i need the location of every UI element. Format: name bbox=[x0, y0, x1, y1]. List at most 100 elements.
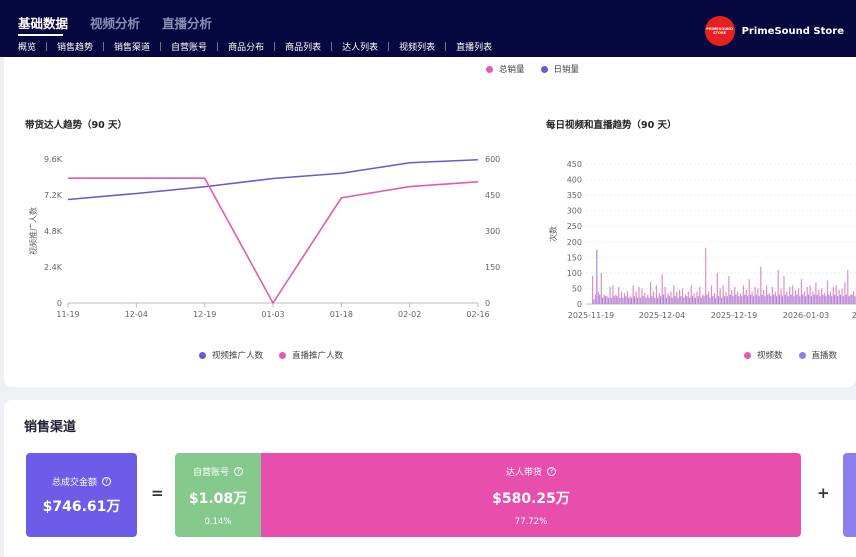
live-count-bar bbox=[706, 294, 708, 304]
x-tick-label: 02-16 bbox=[466, 310, 489, 319]
card-label: 总成交金额? bbox=[26, 475, 137, 488]
video-count-bar bbox=[690, 285, 692, 304]
legend-daily-sales[interactable]: 日销量 bbox=[540, 63, 579, 75]
y-tick-label: 200 bbox=[567, 238, 582, 247]
video-count-bar bbox=[841, 288, 843, 304]
trend-charts-panel: 总销量 日销量 带货达人趋势（90 天） 9.6K 7.2K 4.8K 2.4K 0 60… bbox=[4, 57, 856, 387]
x-tick-label: 12-04 bbox=[125, 310, 148, 319]
legend-total-sales[interactable]: 总销量 bbox=[486, 63, 525, 75]
live-count-bar bbox=[749, 294, 752, 304]
live-count-bar bbox=[610, 297, 612, 304]
self-account-card[interactable]: 自营账号? $1.08万 0.14% bbox=[175, 453, 261, 537]
subtab-sales-channel[interactable]: 销售渠道 bbox=[114, 40, 150, 53]
live-count-bar bbox=[834, 294, 836, 304]
top-nav-bar: 基础数据 视频分析 直播分析 概览 销售趋势 销售渠道 自营账号 商品分布 商品… bbox=[0, 0, 856, 57]
video-count-bar bbox=[647, 294, 649, 304]
live-count-bar bbox=[767, 294, 769, 304]
video-count-bar bbox=[757, 288, 759, 304]
live-count-bar bbox=[819, 296, 821, 304]
card-label-text: 总成交金额 bbox=[51, 478, 97, 488]
live-count-bar bbox=[799, 296, 801, 304]
divider bbox=[274, 42, 276, 51]
legend-video-count[interactable]: 视频数 bbox=[744, 349, 783, 361]
live-count-bar bbox=[836, 296, 839, 304]
subtab-overview[interactable]: 概览 bbox=[18, 40, 36, 53]
section-title: 销售渠道 bbox=[24, 420, 77, 435]
x-tick-label: 11-19 bbox=[56, 310, 79, 319]
subtab-self-account[interactable]: 自营账号 bbox=[171, 40, 207, 53]
sales-legend: 总销量 日销量 bbox=[486, 63, 579, 75]
video-count-bar bbox=[652, 291, 655, 304]
creator-sales-card[interactable]: 达人带货? $580.25万 77.72% bbox=[261, 453, 801, 537]
video-count-bar bbox=[792, 285, 794, 304]
live-count-bar bbox=[807, 294, 810, 304]
live-count-bar bbox=[776, 296, 778, 304]
live-count-bar bbox=[718, 296, 720, 304]
legend-label: 视频推广人数 bbox=[212, 351, 264, 361]
video-count-bar bbox=[612, 285, 614, 304]
store-switcher[interactable]: PRIMESOUND STORE PrimeSound Store bbox=[704, 16, 844, 46]
live-count-bar bbox=[680, 296, 682, 304]
video-count-bar bbox=[780, 288, 782, 304]
video-count-bar bbox=[713, 293, 715, 304]
divider bbox=[103, 42, 105, 51]
live-count-bar bbox=[619, 297, 621, 304]
card-percent: 77.72% bbox=[514, 517, 548, 527]
subtab-creator-list[interactable]: 达人列表 bbox=[342, 40, 378, 53]
legend-video-promoters[interactable]: 视频推广人数 bbox=[199, 349, 263, 361]
x-tick-label: 01-03 bbox=[261, 310, 284, 319]
help-icon[interactable]: ? bbox=[234, 467, 243, 476]
live-count-bar bbox=[726, 296, 728, 304]
tab-basic-data[interactable]: 基础数据 bbox=[18, 13, 68, 32]
plus-sign: + bbox=[817, 484, 830, 502]
live-count-bar bbox=[839, 294, 841, 304]
live-count-bar bbox=[854, 296, 856, 304]
live-count-bar bbox=[677, 297, 679, 304]
y-left-tick-label: 4.8K bbox=[44, 227, 63, 236]
video-count-bar bbox=[708, 291, 710, 304]
live-count-bar bbox=[709, 297, 711, 304]
video-count-bar bbox=[803, 291, 805, 304]
video-count-bar bbox=[818, 290, 820, 304]
live-count-bar bbox=[828, 294, 830, 304]
video-count-bar bbox=[789, 286, 791, 304]
creator-trend-title: 带货达人趋势（90 天） bbox=[25, 120, 128, 131]
video-count-bar bbox=[800, 279, 802, 304]
help-icon[interactable]: ? bbox=[547, 467, 556, 476]
legend-label: 直播推广人数 bbox=[292, 351, 344, 361]
live-count-bar bbox=[787, 296, 789, 304]
video-count-bar bbox=[742, 285, 744, 304]
subtab-product-list[interactable]: 商品列表 bbox=[285, 40, 321, 53]
card-label-text: 自营账号 bbox=[192, 468, 229, 478]
subtab-product-distribution[interactable]: 商品分布 bbox=[228, 40, 264, 53]
y-tick-label: 0 bbox=[577, 300, 582, 309]
video-count-bar bbox=[760, 266, 762, 304]
live-count-bar bbox=[735, 294, 737, 304]
card-percent: 0.14% bbox=[204, 517, 232, 527]
live-count-bar bbox=[703, 296, 705, 304]
video-count-bar bbox=[632, 285, 634, 304]
y-axis-label: 次数 bbox=[548, 226, 558, 242]
y-left-tick-label: 2.4K bbox=[44, 263, 63, 272]
live-count-bar bbox=[758, 296, 760, 304]
tab-live-analysis[interactable]: 直播分析 bbox=[162, 13, 212, 32]
video-count-bar bbox=[705, 248, 707, 304]
video-promoters-line bbox=[67, 158, 479, 201]
live-count-bar bbox=[770, 296, 772, 304]
legend-live-count[interactable]: 直播数 bbox=[798, 349, 837, 361]
divider bbox=[46, 42, 48, 51]
subtab-live-list[interactable]: 直播列表 bbox=[456, 40, 492, 53]
next-channel-card[interactable] bbox=[843, 453, 856, 537]
subtab-sales-trend[interactable]: 销售趋势 bbox=[57, 40, 93, 53]
live-count-bar bbox=[697, 296, 699, 304]
help-icon[interactable]: ? bbox=[102, 477, 111, 486]
live-count-bar bbox=[604, 296, 607, 304]
video-count-bar bbox=[710, 285, 713, 304]
total-gmv-card[interactable]: 总成交金额? $746.61万 bbox=[26, 453, 137, 537]
tab-video-analysis[interactable]: 视频分析 bbox=[90, 13, 140, 32]
subtab-video-list[interactable]: 视频列表 bbox=[399, 40, 435, 53]
video-count-bar bbox=[809, 285, 811, 304]
card-label: 达人带货? bbox=[261, 465, 801, 478]
legend-live-promoters[interactable]: 直播推广人数 bbox=[279, 349, 343, 361]
x-tick-label: 2026-01-03 bbox=[783, 311, 830, 320]
